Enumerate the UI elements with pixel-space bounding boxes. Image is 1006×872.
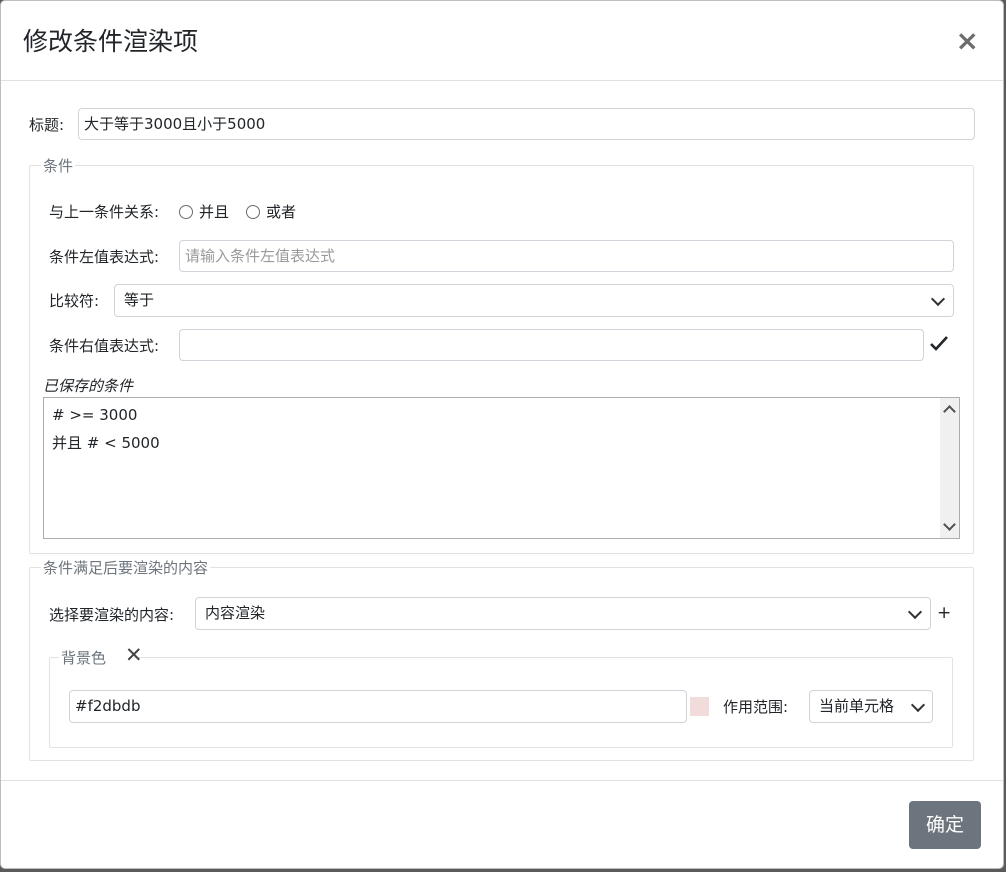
- title-input[interactable]: 大于等于3000且小于5000: [78, 108, 975, 140]
- comparator-select[interactable]: 等于: [114, 284, 954, 317]
- left-expr-label: 条件左值表达式:: [49, 248, 160, 266]
- radio-and[interactable]: [179, 205, 193, 219]
- dialog-title: 修改条件渲染项: [23, 27, 199, 56]
- title-label: 标题:: [29, 116, 65, 134]
- saved-condition-line: # >= 3000: [52, 406, 138, 424]
- conditional-render-dialog: 修改条件渲染项 × 标题: 大于等于3000且小于5000 条件 与上一条件关系…: [0, 0, 1004, 869]
- background-legend: 背景色: [59, 648, 135, 668]
- saved-conditions-label: 已保存的条件: [43, 377, 134, 395]
- background-color-input[interactable]: #f2dbdb: [69, 690, 687, 723]
- right-expr-input[interactable]: [179, 329, 924, 361]
- confirm-button[interactable]: 确定: [909, 801, 981, 849]
- remove-icon[interactable]: ✕: [125, 645, 143, 666]
- radio-or-label[interactable]: 或者: [266, 202, 296, 222]
- render-select-label: 选择要渲染的内容:: [49, 606, 175, 624]
- chevron-down-icon: [910, 697, 926, 713]
- right-expr-label: 条件右值表达式:: [49, 337, 160, 355]
- chevron-down-icon: [930, 291, 946, 307]
- left-expr-input[interactable]: 请输入条件左值表达式: [179, 240, 954, 272]
- scope-label: 作用范围:: [723, 698, 789, 716]
- scroll-up-icon[interactable]: [943, 405, 956, 418]
- radio-or[interactable]: [246, 205, 260, 219]
- check-icon[interactable]: [929, 335, 949, 353]
- background-legend-text: 背景色: [61, 649, 107, 667]
- scope-value: 当前单元格: [819, 697, 895, 715]
- textarea-scrollbar[interactable]: [940, 398, 959, 538]
- scope-select[interactable]: 当前单元格: [809, 690, 933, 723]
- footer-divider: [1, 780, 1003, 781]
- left-expr-placeholder: 请输入条件左值表达式: [185, 247, 336, 265]
- comparator-value: 等于: [124, 291, 155, 309]
- chevron-down-icon: [907, 604, 923, 620]
- saved-conditions-textarea[interactable]: # >= 3000 并且 # < 5000: [43, 397, 960, 539]
- condition-legend: 条件: [41, 156, 76, 176]
- render-content-value: 内容渲染: [205, 604, 266, 622]
- saved-condition-line: 并且 # < 5000: [52, 434, 160, 452]
- close-icon[interactable]: ×: [956, 27, 979, 55]
- radio-and-label[interactable]: 并且: [199, 202, 229, 222]
- comparator-label: 比较符:: [49, 292, 100, 310]
- color-swatch[interactable]: [690, 697, 709, 716]
- render-content-select[interactable]: 内容渲染: [195, 597, 931, 630]
- relation-label: 与上一条件关系:: [49, 203, 160, 221]
- add-render-item-button[interactable]: +: [937, 603, 951, 623]
- background-color-value: #f2dbdb: [75, 697, 141, 715]
- scroll-down-icon[interactable]: [943, 518, 956, 531]
- title-input-value: 大于等于3000且小于5000: [84, 115, 266, 133]
- render-legend: 条件满足后要渲染的内容: [41, 558, 211, 578]
- dialog-header: 修改条件渲染项 ×: [1, 1, 1003, 81]
